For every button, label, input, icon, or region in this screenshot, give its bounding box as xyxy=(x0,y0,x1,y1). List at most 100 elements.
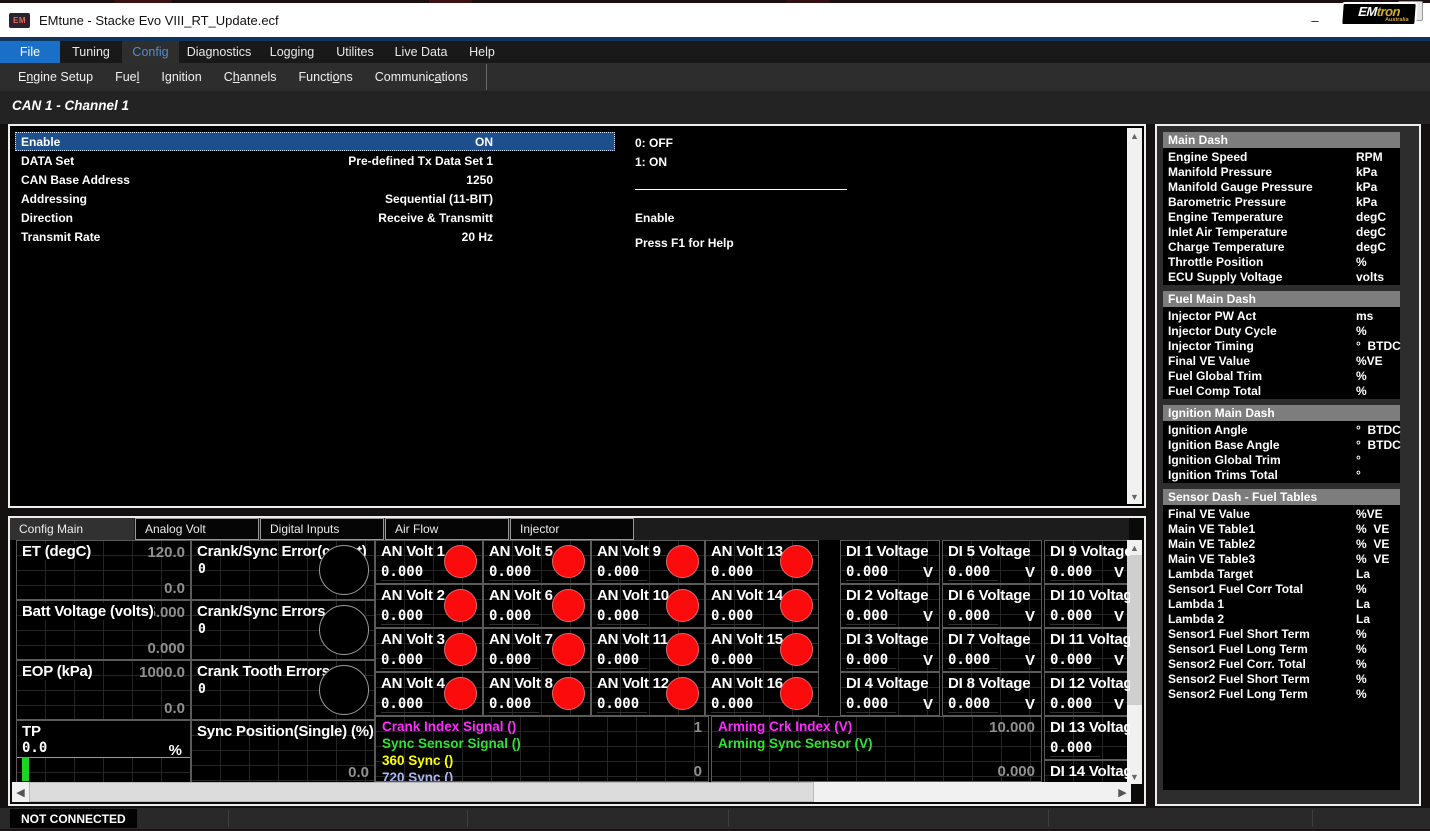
dash-channel-row[interactable]: Injector Duty Cycle% xyxy=(1163,323,1400,338)
dash-channel-row[interactable]: Sensor1 Fuel Short Term% xyxy=(1163,626,1400,641)
dash-channel-row[interactable]: Manifold Gauge PressurekPa xyxy=(1163,179,1400,194)
dash-vertical-scrollbar[interactable]: ▲ ▼ xyxy=(1127,540,1142,784)
di-volt-cell[interactable]: DI 4 Voltage0.000V xyxy=(840,672,940,716)
dash-channel-row[interactable]: Fuel Global Trim% xyxy=(1163,368,1400,383)
tab-config-main[interactable]: Config Main xyxy=(10,518,134,540)
config-scrollbar[interactable]: ▲ ▼ xyxy=(1127,128,1142,504)
dash-channel-row[interactable]: Main VE Table3% VE xyxy=(1163,551,1400,566)
menu-item-tuning[interactable]: Tuning xyxy=(60,41,122,63)
dash-channel-row[interactable]: Engine TemperaturedegC xyxy=(1163,209,1400,224)
dash-channel-row[interactable]: Charge TemperaturedegC xyxy=(1163,239,1400,254)
an-volt-cell[interactable]: AN Volt 150.000 xyxy=(705,628,819,672)
tab-digital-inputs[interactable]: Digital Inputs xyxy=(260,518,384,540)
titlebar[interactable]: EM EMtune - Stacke Evo VIII_RT_Update.ec… xyxy=(0,3,1430,37)
menu-item-diagnostics[interactable]: Diagnostics xyxy=(179,41,259,63)
gauge-cell[interactable]: 15.000Batt Voltage (volts)0.000 xyxy=(16,600,191,660)
menu-item-logging[interactable]: Logging xyxy=(259,41,325,63)
dash-channel-row[interactable]: Ignition Trims Total° xyxy=(1163,467,1400,482)
di-volt-cell[interactable]: DI 10 Voltage0.000V xyxy=(1044,584,1131,628)
scrollbar-thumb[interactable] xyxy=(29,782,814,802)
an-volt-cell[interactable]: AN Volt 30.000 xyxy=(375,628,483,672)
dash-channel-row[interactable]: Lambda 1La xyxy=(1163,596,1400,611)
menu-item-help[interactable]: Help xyxy=(457,41,507,63)
an-volt-cell[interactable]: AN Volt 40.000 xyxy=(375,672,483,716)
dash-channel-row[interactable]: Inlet Air TemperaturedegC xyxy=(1163,224,1400,239)
error-led-cell[interactable]: Crank/Sync Error(count)0 xyxy=(191,540,375,600)
dash-channel-row[interactable]: Injector PW Actms xyxy=(1163,308,1400,323)
config-row-enable[interactable]: EnableON xyxy=(15,132,615,151)
menu-item-config[interactable]: Config xyxy=(122,41,179,63)
an-volt-cell[interactable]: AN Volt 90.000 xyxy=(591,540,705,584)
sync-position-cell[interactable]: Sync Position(Single) (%)0.0 xyxy=(191,720,375,784)
di-volt-cell[interactable]: DI 14 Voltage0.000 xyxy=(1044,760,1131,784)
config-row-data-set[interactable]: DATA SetPre-defined Tx Data Set 1 xyxy=(15,151,615,170)
dash-channel-row[interactable]: Final VE Value%VE xyxy=(1163,506,1400,521)
scroll-left-icon[interactable]: ◀ xyxy=(12,782,29,802)
menu-item-utilites[interactable]: Utilites xyxy=(325,41,385,63)
di-volt-cell[interactable]: DI 2 Voltage0.000V xyxy=(840,584,940,628)
di-volt-cell[interactable]: DI 5 Voltage0.000V xyxy=(942,540,1042,584)
dash-horizontal-scrollbar[interactable]: ◀ ▶ xyxy=(12,782,1131,802)
dash-channel-row[interactable]: Engine SpeedRPM xyxy=(1163,149,1400,164)
config-row-direction[interactable]: DirectionReceive & Transmitt xyxy=(15,208,615,227)
di-volt-cell[interactable]: DI 6 Voltage0.000V xyxy=(942,584,1042,628)
config-row-can-base-address[interactable]: CAN Base Address1250 xyxy=(15,170,615,189)
error-led-cell[interactable]: Crank Tooth Errors0 xyxy=(191,660,375,720)
an-volt-cell[interactable]: AN Volt 20.000 xyxy=(375,584,483,628)
dash-channel-row[interactable]: Barometric PressurekPa xyxy=(1163,194,1400,209)
dash-channel-row[interactable]: Fuel Comp Total% xyxy=(1163,383,1400,398)
dash-channel-row[interactable]: ECU Supply Voltagevolts xyxy=(1163,269,1400,284)
config-row-transmit-rate[interactable]: Transmit Rate20 Hz xyxy=(15,227,615,246)
di-volt-cell[interactable]: DI 13 Voltage0.000 xyxy=(1044,716,1131,760)
dash-channel-row[interactable]: Sensor2 Fuel Long Term% xyxy=(1163,686,1400,701)
an-volt-cell[interactable]: AN Volt 140.000 xyxy=(705,584,819,628)
di-volt-cell[interactable]: DI 9 Voltage0.000V xyxy=(1044,540,1131,584)
an-volt-cell[interactable]: AN Volt 130.000 xyxy=(705,540,819,584)
scroll-right-icon[interactable]: ▶ xyxy=(1114,782,1131,802)
config-row-addressing[interactable]: AddressingSequential (11-BIT) xyxy=(15,189,615,208)
di-volt-cell[interactable]: DI 12 Voltage0.000V xyxy=(1044,672,1131,716)
dash-channel-row[interactable]: Sensor1 Fuel Long Term% xyxy=(1163,641,1400,656)
dash-channel-row[interactable]: Ignition Global Trim° xyxy=(1163,452,1400,467)
menu-item-file[interactable]: File xyxy=(0,41,60,63)
dash-channel-row[interactable]: Ignition Base Angle° BTDC xyxy=(1163,437,1400,452)
dash-channel-row[interactable]: Sensor1 Fuel Corr Total% xyxy=(1163,581,1400,596)
error-led-cell[interactable]: Crank/Sync Errors0 xyxy=(191,600,375,660)
dash-channel-row[interactable]: Final VE Value%VE xyxy=(1163,353,1400,368)
dash-channel-row[interactable]: Lambda 2La xyxy=(1163,611,1400,626)
di-volt-cell[interactable]: DI 8 Voltage0.000V xyxy=(942,672,1042,716)
dash-channel-row[interactable]: Ignition Angle° BTDC xyxy=(1163,422,1400,437)
crank-signal-box[interactable]: 1Crank Index Signal ()Sync Sensor Signal… xyxy=(375,716,709,782)
an-volt-cell[interactable]: AN Volt 10.000 xyxy=(375,540,483,584)
submenu-item-communications[interactable]: Communications xyxy=(371,70,472,84)
dash-channel-row[interactable]: Main VE Table2% VE xyxy=(1163,536,1400,551)
submenu-item-channels[interactable]: Channels xyxy=(220,70,281,84)
an-volt-cell[interactable]: AN Volt 120.000 xyxy=(591,672,705,716)
minimize-button[interactable]: – xyxy=(1292,3,1338,37)
dash-channel-row[interactable]: Throttle Position% xyxy=(1163,254,1400,269)
dash-channel-row[interactable]: Sensor2 Fuel Corr. Total% xyxy=(1163,656,1400,671)
dash-channel-row[interactable]: Main VE Table1% VE xyxy=(1163,521,1400,536)
tab-air-flow[interactable]: Air Flow xyxy=(385,518,509,540)
di-volt-cell[interactable]: DI 7 Voltage0.000V xyxy=(942,628,1042,672)
scroll-up-icon[interactable]: ▲ xyxy=(1127,128,1142,143)
di-volt-cell[interactable]: DI 11 Voltage0.000V xyxy=(1044,628,1131,672)
gauge-cell[interactable]: 1000.0EOP (kPa)0.0 xyxy=(16,660,191,720)
an-volt-cell[interactable]: AN Volt 80.000 xyxy=(483,672,591,716)
menu-item-live-data[interactable]: Live Data xyxy=(385,41,457,63)
an-volt-cell[interactable]: AN Volt 110.000 xyxy=(591,628,705,672)
tab-analog-volt[interactable]: Analog Volt xyxy=(135,518,259,540)
scroll-down-icon[interactable]: ▼ xyxy=(1127,489,1142,504)
gauge-cell[interactable]: 120.0ET (degC)0.0 xyxy=(16,540,191,600)
di-volt-cell[interactable]: DI 3 Voltage0.000V xyxy=(840,628,940,672)
an-volt-cell[interactable]: AN Volt 100.000 xyxy=(591,584,705,628)
submenu-item-ignition[interactable]: Ignition xyxy=(157,70,205,84)
di-volt-cell[interactable]: DI 1 Voltage0.000V xyxy=(840,540,940,584)
submenu-item-functions[interactable]: Functions xyxy=(295,70,357,84)
dash-channel-row[interactable]: Lambda TargetLa xyxy=(1163,566,1400,581)
tab-injector[interactable]: Injector xyxy=(510,518,634,540)
dash-channel-row[interactable]: Manifold PressurekPa xyxy=(1163,164,1400,179)
an-volt-cell[interactable]: AN Volt 70.000 xyxy=(483,628,591,672)
arming-signal-box[interactable]: 10.000Arming Crk Index (V)Arming Sync Se… xyxy=(711,716,1042,782)
an-volt-cell[interactable]: AN Volt 50.000 xyxy=(483,540,591,584)
